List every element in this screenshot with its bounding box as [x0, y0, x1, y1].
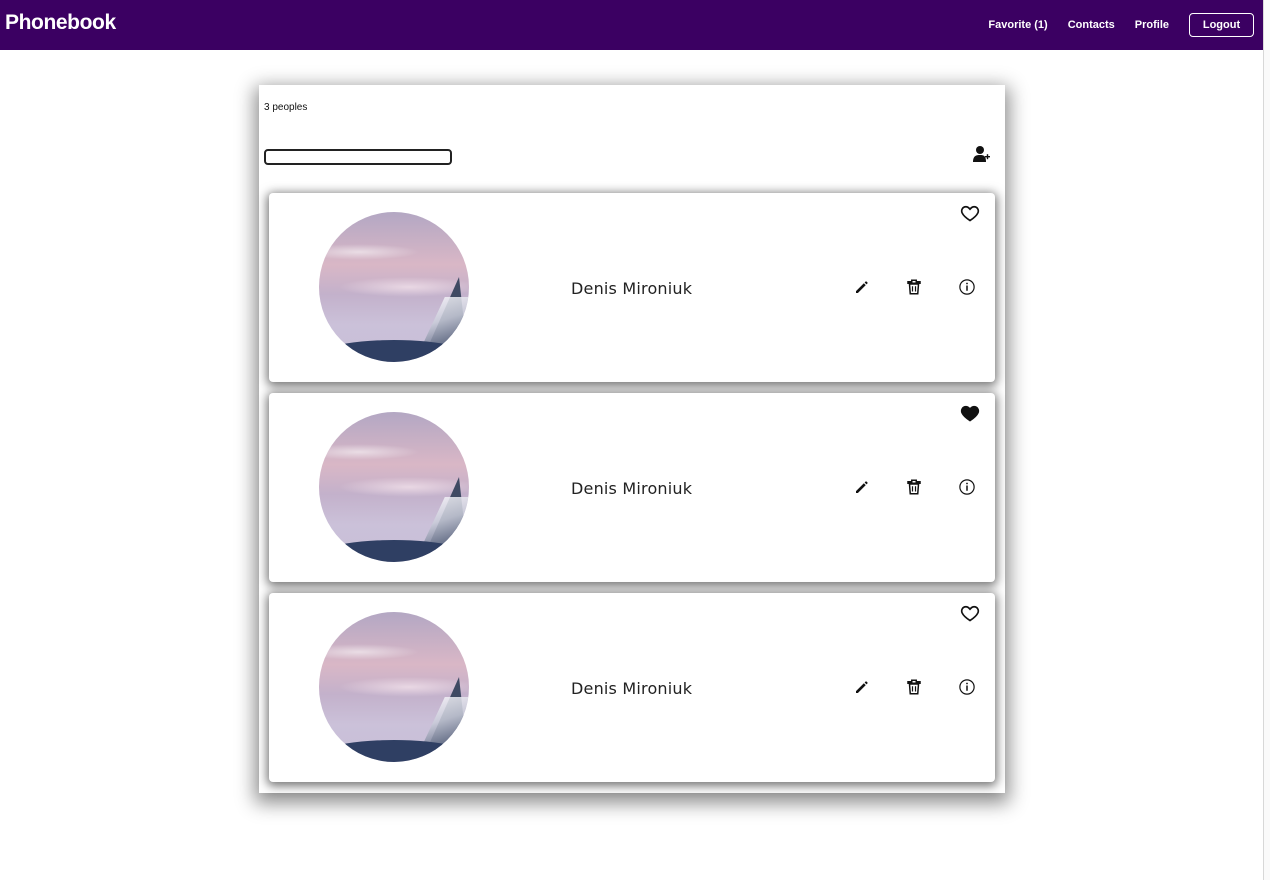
trash-icon[interactable]: [905, 678, 923, 696]
logout-button[interactable]: Logout: [1189, 13, 1254, 37]
avatar: [319, 612, 469, 762]
nav-links: Favorite (1) Contacts Profile Logout: [968, 0, 1254, 50]
heart-icon[interactable]: [960, 403, 980, 423]
contacts-count: 3 peoples: [264, 102, 308, 113]
nav-link-favorite[interactable]: Favorite (1): [988, 19, 1047, 31]
search-input[interactable]: [264, 149, 452, 165]
scrollbar[interactable]: [1263, 0, 1270, 880]
info-icon[interactable]: [958, 478, 976, 496]
add-user-icon[interactable]: [972, 145, 990, 163]
pencil-icon[interactable]: [853, 278, 871, 296]
trash-icon[interactable]: [905, 278, 923, 296]
heart-icon[interactable]: [960, 603, 980, 623]
trash-icon[interactable]: [905, 478, 923, 496]
contact-name: Denis Mironiuk: [571, 479, 693, 498]
contact-name: Denis Mironiuk: [571, 679, 693, 698]
brand-logo[interactable]: Phonebook: [5, 11, 116, 35]
avatar: [319, 212, 469, 362]
pencil-icon[interactable]: [853, 678, 871, 696]
info-icon[interactable]: [958, 278, 976, 296]
contact-card: Denis Mironiuk: [269, 593, 995, 782]
nav-link-profile[interactable]: Profile: [1135, 19, 1169, 31]
contact-card: Denis Mironiuk: [269, 393, 995, 582]
heart-icon[interactable]: [960, 203, 980, 223]
contacts-panel: 3 peoples Denis Mironiuk Denis Mironiuk …: [259, 85, 1005, 793]
contact-card: Denis Mironiuk: [269, 193, 995, 382]
contact-name: Denis Mironiuk: [571, 279, 693, 298]
nav-link-contacts[interactable]: Contacts: [1068, 19, 1115, 31]
pencil-icon[interactable]: [853, 478, 871, 496]
avatar: [319, 412, 469, 562]
navbar: Phonebook Favorite (1) Contacts Profile …: [0, 0, 1264, 50]
info-icon[interactable]: [958, 678, 976, 696]
